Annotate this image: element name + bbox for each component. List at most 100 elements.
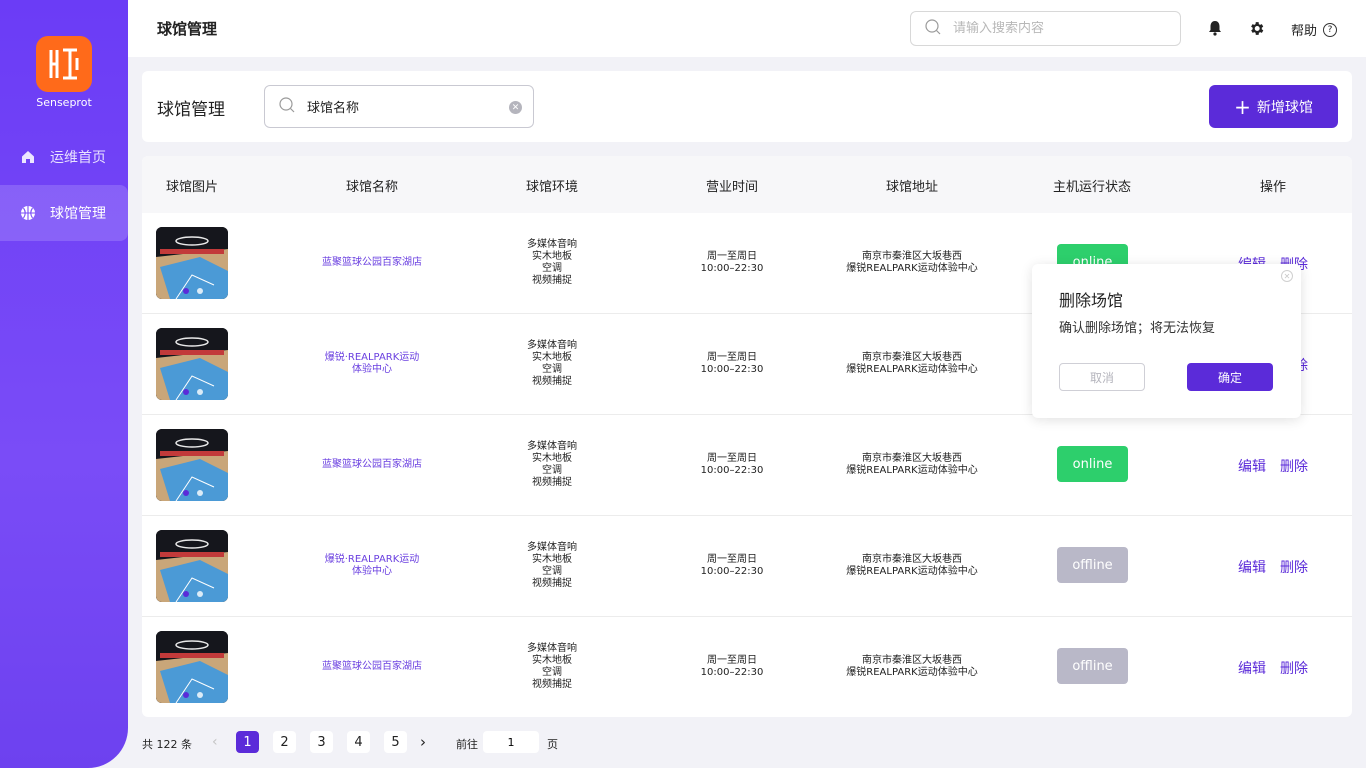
top-bar: 球馆管理 帮助 ? [128,0,1366,57]
edit-button[interactable]: 编辑 [1238,557,1266,577]
address-line: 南京市秦淮区大坂巷西 [861,453,962,464]
page-button[interactable]: 5 [384,731,407,753]
logo-mark-icon [49,48,79,80]
help-label: 帮助 [1291,24,1318,39]
sidebar-item-ops-home[interactable]: 运维首页 [0,129,128,185]
delete-button[interactable]: 删除 [1280,456,1308,476]
address-line: 爆锐REALPARK运动体验中心 [846,465,978,476]
column-header: 主机运行状态 [1052,180,1132,195]
page-title: 球馆管理 [157,20,218,38]
brand-name: Senseprot [36,96,92,109]
add-venue-button[interactable]: + 新增球馆 [1209,85,1338,128]
venue-address: 南京市秦淮区大坂巷西 爆锐REALPARK运动体验中心 [846,453,977,477]
venue-name-search[interactable]: ✕ [264,85,534,128]
popover-title: 删除场馆 [1059,291,1124,310]
column-header: 球馆图片 [165,180,219,195]
venue-address: 南京市秦淮区大坂巷西 爆锐REALPARK运动体验中心 [846,655,977,679]
hours-line: 周一至周日 [706,655,757,666]
page-button[interactable]: 2 [273,731,296,753]
venue-name-line: 爆锐·REALPARK运动 [324,352,420,363]
sidebar-item-label: 运维首页 [50,150,106,166]
add-venue-label: 新增球馆 [1256,99,1313,116]
status-badge: offline [1057,547,1128,583]
venue-name-line: 蓝聚篮球公园百家湖店 [322,459,422,470]
venue-name-link[interactable]: 爆锐·REALPARK运动 体验中心 [325,554,420,578]
sidebar-item-label: 球馆管理 [50,206,106,222]
venue-name-line: 体验中心 [351,566,392,577]
venue-name-search-input[interactable] [307,99,497,114]
venue-environment: 多媒体音响 实木地板 空调 视频捕捉 [527,441,577,489]
gear-icon[interactable] [1248,20,1265,41]
environment-item: 实木地板 [532,655,572,666]
hours-line: 周一至周日 [706,251,757,262]
global-search-input[interactable] [953,21,1153,36]
bell-icon[interactable] [1208,20,1222,40]
section-title: 球馆管理 [157,100,225,120]
table-row: 爆锐·REALPARK运动 体验中心 多媒体音响 实木地板 空调 视频捕捉 周一至周日 10:… [142,516,1352,617]
environment-item: 多媒体音响 [527,441,577,452]
venue-name-link[interactable]: 爆锐·REALPARK运动 体验中心 [325,352,420,376]
close-icon[interactable]: ✕ [1281,270,1293,282]
chevron-left-icon[interactable]: ‹ [212,734,218,750]
environment-item: 实木地板 [532,251,572,262]
venue-name-link[interactable]: 蓝聚篮球公园百家湖店 [322,661,422,673]
page-button[interactable]: 4 [347,731,370,753]
venue-name-link[interactable]: 蓝聚篮球公园百家湖店 [322,459,422,471]
help-button[interactable]: 帮助 ? [1291,20,1338,39]
clear-icon[interactable]: ✕ [509,101,522,114]
address-line: 南京市秦淮区大坂巷西 [861,554,962,565]
hours-line: 周一至周日 [706,453,757,464]
address-line: 南京市秦淮区大坂巷西 [861,251,962,262]
business-hours: 周一至周日 10:00–22:30 [701,251,764,275]
delete-button[interactable]: 删除 [1280,658,1308,678]
sidebar: Senseprot 运维首页 球馆管理 [0,0,128,768]
environment-item: 空调 [542,364,562,375]
hours-line: 10:00–22:30 [700,566,764,577]
address-line: 爆锐REALPARK运动体验中心 [846,263,978,274]
environment-item: 视频捕捉 [532,477,572,488]
address-line: 爆锐REALPARK运动体验中心 [846,364,978,375]
table-row: 蓝聚篮球公园百家湖店 多媒体音响 实木地板 空调 视频捕捉 周一至周日 10:00–22:3… [142,415,1352,516]
sidebar-item-venue-management[interactable]: 球馆管理 [0,185,128,241]
venue-name-link[interactable]: 蓝聚篮球公园百家湖店 [322,257,422,269]
column-header: 营业时间 [705,180,759,195]
venue-photo [156,227,228,299]
environment-item: 视频捕捉 [532,376,572,387]
question-icon: ? [1323,22,1338,37]
address-line: 爆锐REALPARK运动体验中心 [846,566,978,577]
home-icon [20,149,36,165]
page-button[interactable]: 1 [236,731,259,753]
address-line: 南京市秦淮区大坂巷西 [861,352,962,363]
table-header: 球馆图片 球馆名称 球馆环境 营业时间 球馆地址 主机运行状态 操作 [142,156,1352,213]
venue-environment: 多媒体音响 实木地板 空调 视频捕捉 [527,340,577,388]
chevron-right-icon[interactable]: › [420,733,426,751]
hours-line: 周一至周日 [706,554,757,565]
environment-item: 空调 [542,667,562,678]
environment-item: 实木地板 [532,352,572,363]
delete-button[interactable]: 删除 [1280,557,1308,577]
venue-name-line: 蓝聚篮球公园百家湖店 [322,661,422,672]
total-count: 共 122 条 [142,738,192,751]
venue-photo [156,429,228,501]
business-hours: 周一至周日 10:00–22:30 [701,453,764,477]
venue-name-line: 体验中心 [351,364,392,375]
venue-photo [156,328,228,400]
business-hours: 周一至周日 10:00–22:30 [701,554,764,578]
hours-line: 周一至周日 [706,352,757,363]
venue-environment: 多媒体音响 实木地板 空调 视频捕捉 [527,542,577,590]
goto-page-input[interactable] [483,731,539,753]
search-icon [925,18,941,39]
edit-button[interactable]: 编辑 [1238,456,1266,476]
edit-button[interactable]: 编辑 [1238,658,1266,678]
environment-item: 多媒体音响 [527,340,577,351]
hours-line: 10:00–22:30 [700,667,764,678]
environment-item: 空调 [542,263,562,274]
environment-item: 多媒体音响 [527,643,577,654]
page-button[interactable]: 3 [310,731,333,753]
confirm-button[interactable]: 确定 [1187,363,1273,391]
hours-line: 10:00–22:30 [700,465,764,476]
basketball-icon [20,205,36,221]
cancel-button[interactable]: 取消 [1059,363,1145,391]
global-search[interactable] [910,11,1181,46]
environment-item: 多媒体音响 [527,239,577,250]
